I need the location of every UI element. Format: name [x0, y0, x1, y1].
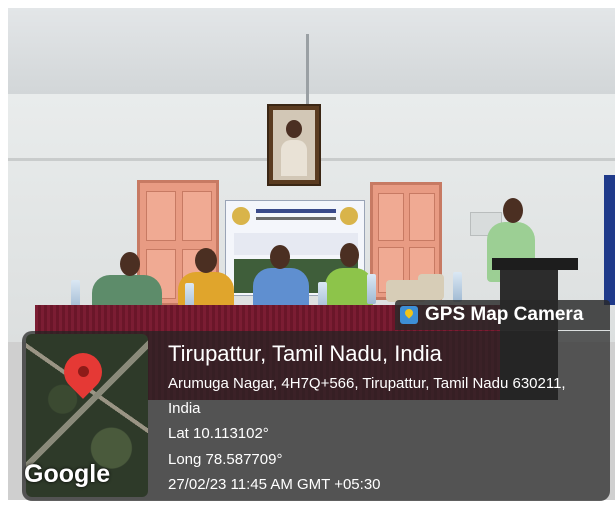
person-seated-4: [325, 268, 373, 308]
person-seated-3: [253, 268, 309, 310]
map-pin-app-icon: [400, 306, 418, 324]
empty-chair-2: [418, 274, 444, 300]
curtain: [604, 175, 615, 305]
head-1: [120, 252, 140, 276]
head-2: [195, 248, 217, 273]
head-3: [270, 245, 290, 269]
location-pin-dot: [78, 366, 89, 377]
speaker-head: [503, 198, 523, 223]
ceiling-fan-rod: [306, 34, 309, 114]
gps-camera-label: GPS Map Camera: [425, 304, 584, 325]
head-4: [340, 243, 359, 267]
address-line-1: Arumuga Nagar, 4H7Q+566, Tirupattur, Tam…: [168, 375, 566, 392]
ceiling: [8, 8, 615, 94]
timestamp-text: 27/02/23 11:45 AM GMT +05:30: [168, 476, 381, 493]
latitude-text: Lat 10.113102°: [168, 425, 269, 442]
water-bottle: [453, 272, 462, 302]
longitude-text: Long 78.587709°: [168, 451, 283, 468]
portrait-photo: [273, 110, 315, 180]
podium-top: [492, 258, 578, 270]
gps-camera-tag: GPS Map Camera: [395, 300, 610, 330]
address-line-2: India: [168, 400, 201, 417]
water-bottle: [367, 274, 376, 304]
google-logo: Google: [24, 460, 111, 488]
location-title: Tirupattur, Tamil Nadu, India: [168, 341, 442, 366]
photo-stage: GPS Map Camera Google Tirupattur, Tamil …: [0, 0, 615, 508]
